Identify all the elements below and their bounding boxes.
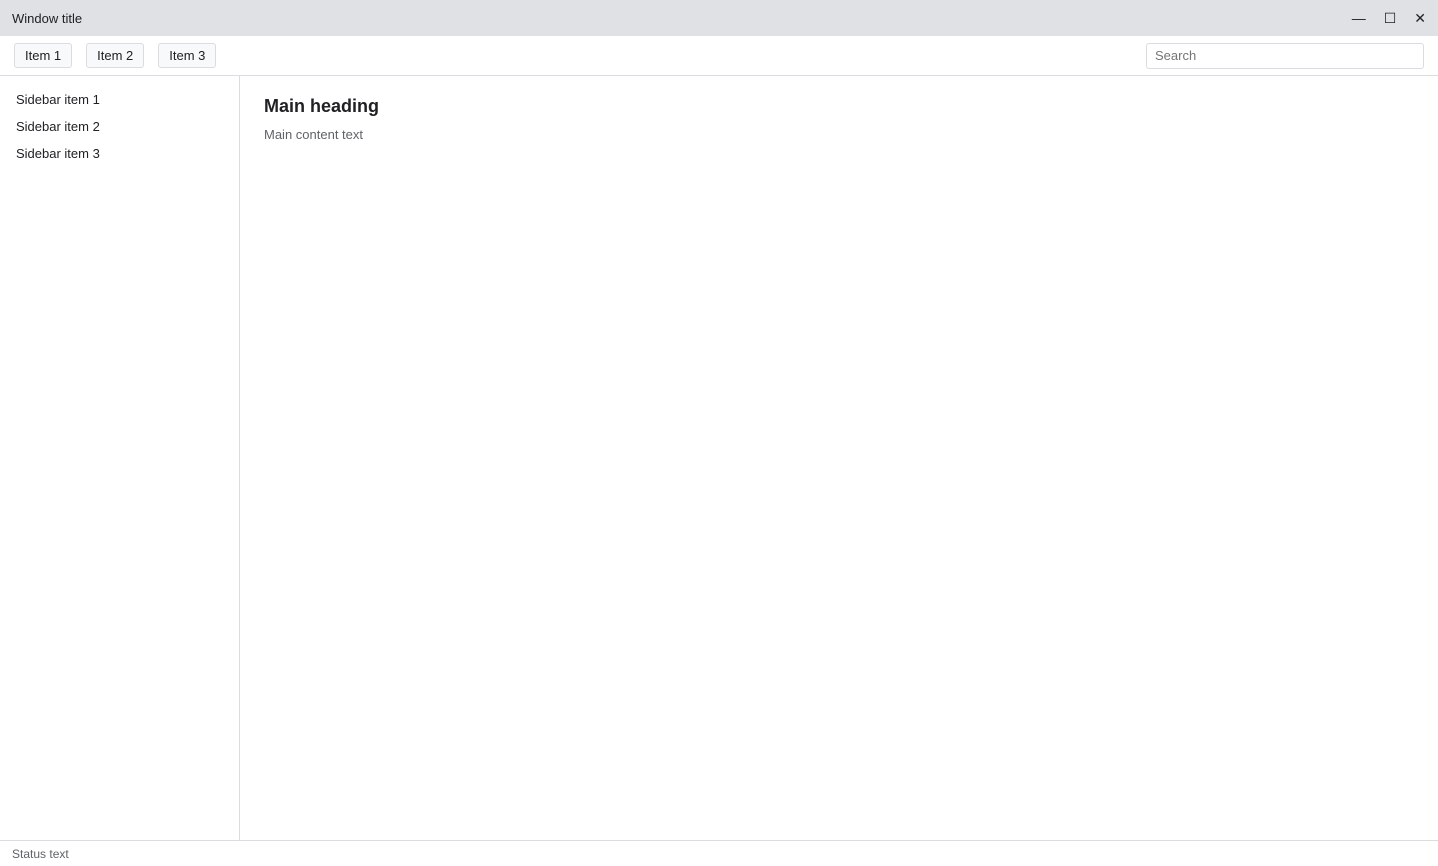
app-window: Window title — ☐ ✕ Item 1 Item 2 Item 3 … <box>0 0 1438 866</box>
sidebar-item-1[interactable]: Sidebar item 1 <box>0 86 239 113</box>
sidebar-item-3[interactable]: Sidebar item 3 <box>0 140 239 167</box>
main-text: Main content text <box>264 127 363 142</box>
main-panel: Main heading Main content text <box>240 76 1438 840</box>
window-controls: — ☐ ✕ <box>1352 10 1426 27</box>
main-heading: Main heading <box>264 96 380 116</box>
window-title: Window title <box>12 10 83 26</box>
status-text: Status text <box>12 846 69 861</box>
window-title-bar: Window title — ☐ ✕ <box>0 0 1438 36</box>
toolbar: Item 1 Item 2 Item 3 <box>0 36 1438 76</box>
content-area: Sidebar item 1 Sidebar item 2 Sidebar it… <box>0 76 1438 840</box>
toolbar-item-2[interactable]: Item 2 <box>86 43 145 68</box>
toolbar-item-3[interactable]: Item 3 <box>158 43 217 68</box>
close-icon[interactable]: ✕ <box>1414 10 1426 27</box>
sidebar-item-2[interactable]: Sidebar item 2 <box>0 113 239 140</box>
maximize-icon[interactable]: ☐ <box>1384 10 1397 27</box>
search-input[interactable] <box>1146 42 1424 69</box>
toolbar-item-1[interactable]: Item 1 <box>14 43 73 68</box>
sidebar: Sidebar item 1 Sidebar item 2 Sidebar it… <box>0 76 240 840</box>
status-bar: Status text <box>0 840 1438 866</box>
minimize-icon[interactable]: — <box>1352 10 1366 27</box>
